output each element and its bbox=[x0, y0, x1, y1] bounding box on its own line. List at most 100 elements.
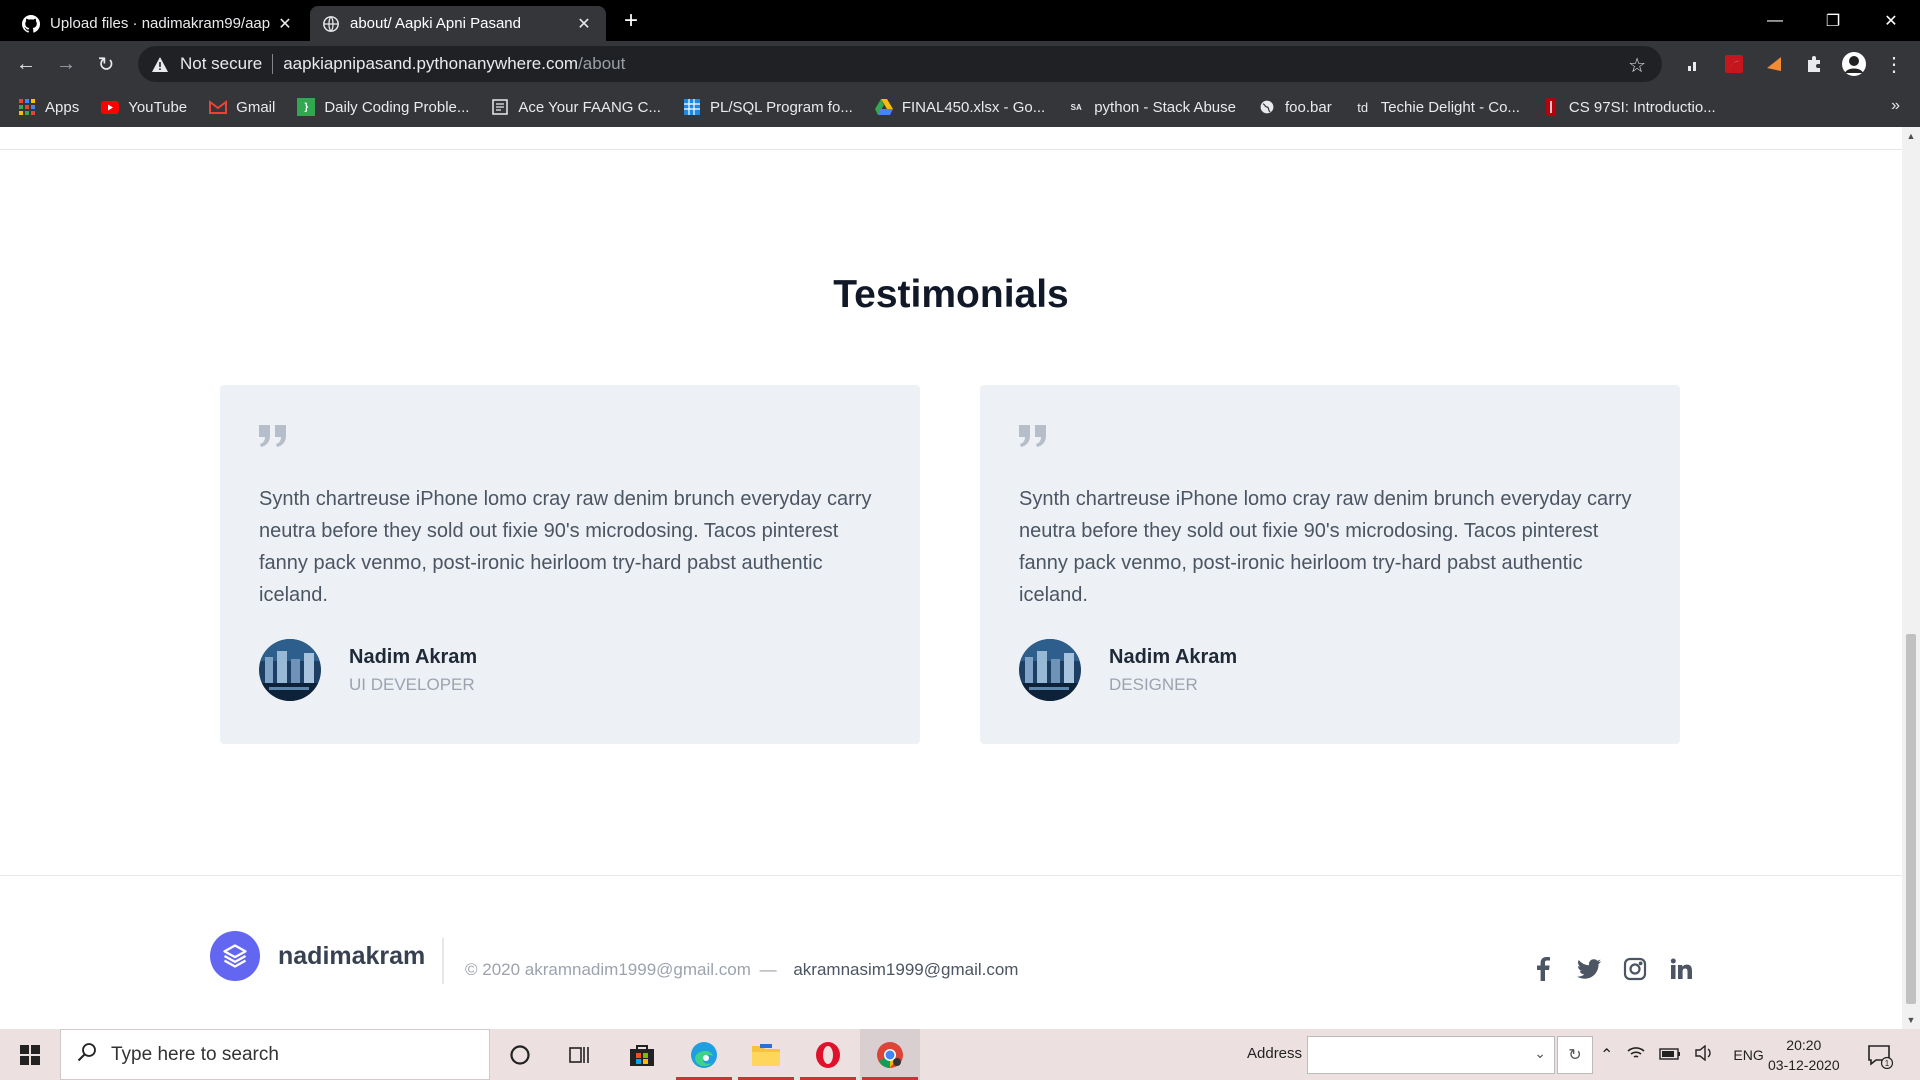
footer: nadimakram © 2020 akramnadim1999@gmail.c… bbox=[0, 876, 1902, 1029]
opera-icon[interactable] bbox=[798, 1029, 858, 1080]
bookmark-plsql[interactable]: PL/SQL Program fo... bbox=[683, 98, 853, 116]
testimonial-author: Nadim Akram UI DEVELOPER bbox=[259, 639, 477, 701]
taskbar-clock[interactable]: 20:20 03-12-2020 bbox=[1768, 1035, 1840, 1075]
tab-title: Upload files · nadimakram99/aap bbox=[50, 15, 271, 32]
puzzle-icon[interactable] bbox=[1800, 50, 1828, 78]
bookmark-label: FINAL450.xlsx - Go... bbox=[901, 98, 1046, 116]
taskbar-search[interactable]: Type here to search bbox=[60, 1029, 490, 1080]
avatar bbox=[259, 639, 321, 701]
scrollbar-thumb[interactable] bbox=[1906, 634, 1916, 1004]
instagram-icon[interactable] bbox=[1622, 956, 1648, 982]
orange-extension-icon[interactable] bbox=[1760, 50, 1788, 78]
facebook-icon[interactable] bbox=[1530, 956, 1556, 982]
stanford-icon bbox=[1542, 98, 1560, 116]
back-icon[interactable]: ← bbox=[12, 50, 40, 78]
email-link[interactable]: akramnasim1999@gmail.com bbox=[793, 960, 1018, 979]
youtube-icon bbox=[101, 98, 120, 116]
windows-taskbar: Type here to search Address ⌄ ↻ ⌃ ENG 20… bbox=[0, 1029, 1920, 1080]
browser-toolbar: ← → ↻ Not secure aapkiapnipasand.pythona… bbox=[0, 41, 1920, 87]
testimonial-quote: Synth chartreuse iPhone lomo cray raw de… bbox=[259, 488, 872, 606]
refresh-icon[interactable]: ↻ bbox=[1557, 1036, 1593, 1074]
pdf-extension-icon[interactable] bbox=[1720, 50, 1748, 78]
scroll-down-icon[interactable]: ▼ bbox=[1906, 1015, 1916, 1025]
bookmark-faang[interactable]: Ace Your FAANG C... bbox=[491, 98, 661, 116]
cortana-icon[interactable] bbox=[490, 1029, 550, 1080]
bookmark-label: PL/SQL Program fo... bbox=[709, 98, 853, 116]
bookmark-label: CS 97SI: Introductio... bbox=[1568, 98, 1716, 116]
battery-icon[interactable] bbox=[1659, 1047, 1681, 1063]
github-icon bbox=[22, 14, 40, 33]
profile-avatar-icon[interactable] bbox=[1840, 50, 1868, 78]
file-explorer-icon[interactable] bbox=[736, 1029, 796, 1080]
page-scrollbar[interactable]: ▲ ▼ bbox=[1902, 127, 1920, 1029]
scroll-up-icon[interactable]: ▲ bbox=[1906, 131, 1916, 141]
close-window-icon[interactable]: ✕ bbox=[1862, 0, 1920, 41]
bookmark-final450[interactable]: FINAL450.xlsx - Go... bbox=[874, 98, 1046, 116]
store-icon[interactable] bbox=[612, 1029, 672, 1080]
wifi-icon[interactable] bbox=[1627, 1045, 1645, 1064]
address-bar[interactable]: Not secure aapkiapnipasand.pythonanywher… bbox=[138, 46, 1662, 82]
minimize-icon[interactable]: — bbox=[1746, 0, 1804, 41]
forward-icon[interactable]: → bbox=[52, 50, 80, 78]
footer-logo[interactable]: nadimakram bbox=[210, 931, 425, 981]
bookmark-daily-coding[interactable]: } Daily Coding Proble... bbox=[297, 98, 469, 116]
bookmark-label: python - Stack Abuse bbox=[1094, 98, 1236, 116]
reload-icon[interactable]: ↻ bbox=[92, 50, 120, 78]
task-view-icon[interactable] bbox=[550, 1029, 610, 1080]
bookmark-apps[interactable]: Apps bbox=[18, 98, 79, 116]
avatar bbox=[1019, 639, 1081, 701]
extensions-area: ⋮ bbox=[1680, 50, 1908, 78]
signal-extension-icon[interactable] bbox=[1680, 50, 1708, 78]
bookmark-label: foo.bar bbox=[1284, 98, 1332, 116]
bookmark-cs97si[interactable]: CS 97SI: Introductio... bbox=[1542, 98, 1716, 116]
notifications-icon[interactable]: 1 bbox=[1865, 1041, 1895, 1071]
address-label: Address bbox=[1247, 1045, 1303, 1062]
bookmark-techie-delight[interactable]: td Techie Delight - Co... bbox=[1354, 98, 1520, 116]
edge-icon[interactable] bbox=[674, 1029, 734, 1080]
address-input[interactable]: ⌄ bbox=[1307, 1036, 1555, 1074]
chrome-icon[interactable] bbox=[860, 1029, 920, 1080]
tab-title: about/ Aapki Apni Pasand bbox=[350, 15, 521, 32]
globe-icon bbox=[322, 15, 340, 33]
bookmark-youtube[interactable]: YouTube bbox=[101, 98, 187, 116]
language-indicator[interactable]: ENG bbox=[1733, 1047, 1763, 1063]
bookmark-stackabuse[interactable]: SA python - Stack Abuse bbox=[1067, 98, 1236, 116]
clock-time: 20:20 bbox=[1786, 1037, 1822, 1053]
close-icon[interactable]: ✕ bbox=[574, 14, 594, 34]
tab-about[interactable]: about/ Aapki Apni Pasand ✕ bbox=[310, 6, 606, 41]
bookmark-star-icon[interactable]: ☆ bbox=[1628, 53, 1646, 78]
url-host: aapkiapnipasand.pythonanywhere.com bbox=[283, 54, 579, 73]
td-icon: td bbox=[1357, 99, 1369, 115]
globe-icon bbox=[1258, 98, 1276, 116]
testimonial-author: Nadim Akram DESIGNER bbox=[1019, 639, 1237, 701]
bookmark-foobar[interactable]: foo.bar bbox=[1258, 98, 1332, 116]
menu-kebab-icon[interactable]: ⋮ bbox=[1880, 50, 1908, 78]
url-path: /about bbox=[578, 54, 626, 73]
testimonial-quote: Synth chartreuse iPhone lomo cray raw de… bbox=[1019, 488, 1632, 606]
testimonial-card: Synth chartreuse iPhone lomo cray raw de… bbox=[220, 385, 920, 744]
quote-icon bbox=[1019, 425, 1047, 447]
google-drive-icon bbox=[874, 98, 893, 116]
new-tab-icon[interactable]: + bbox=[624, 9, 638, 33]
bookmark-gmail[interactable]: Gmail bbox=[209, 98, 275, 116]
warning-icon bbox=[152, 56, 168, 72]
social-links bbox=[1530, 956, 1694, 982]
chevron-double-right-icon[interactable]: » bbox=[1891, 97, 1900, 115]
close-icon[interactable]: ✕ bbox=[275, 14, 295, 34]
layers-icon bbox=[210, 931, 260, 981]
gmail-icon bbox=[209, 98, 228, 116]
chevron-up-icon[interactable]: ⌃ bbox=[1600, 1045, 1613, 1065]
linkedin-icon[interactable] bbox=[1668, 956, 1694, 982]
chevron-down-icon[interactable]: ⌄ bbox=[1534, 1045, 1546, 1062]
bookmark-label: Daily Coding Proble... bbox=[324, 98, 470, 116]
twitter-icon[interactable] bbox=[1576, 956, 1602, 982]
notification-count: 1 bbox=[1885, 1059, 1890, 1068]
volume-icon[interactable] bbox=[1695, 1044, 1713, 1064]
windows-start-icon[interactable] bbox=[0, 1029, 60, 1080]
restore-icon[interactable]: ❐ bbox=[1804, 0, 1862, 41]
clock-date: 03-12-2020 bbox=[1768, 1057, 1840, 1073]
not-secure-label[interactable]: Not secure bbox=[180, 54, 262, 74]
author-name: Nadim Akram bbox=[349, 645, 478, 668]
bookmark-label: Gmail bbox=[236, 98, 276, 116]
tab-github[interactable]: Upload files · nadimakram99/aap ✕ bbox=[10, 6, 307, 41]
